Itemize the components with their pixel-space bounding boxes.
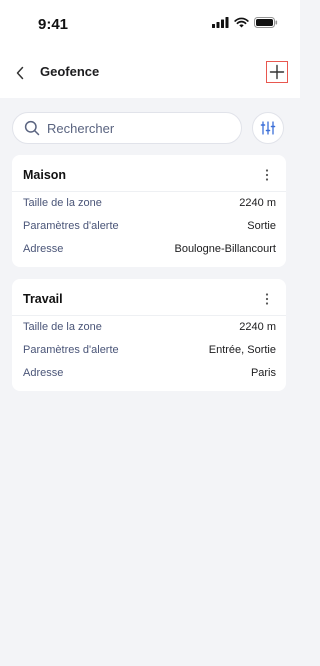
card-divider [12,315,286,316]
alert-settings-row: Paramètres d'alerte Sortie [23,218,276,234]
row-value: Entrée, Sortie [208,344,276,356]
geofence-name: Maison [23,168,67,182]
row-value: 2240 m [239,197,276,209]
page-title: Geofence [40,64,100,79]
row-label: Adresse [23,243,64,255]
row-label: Taille de la zone [23,197,102,209]
zone-size-row: Taille de la zone 2240 m [23,195,276,211]
plus-icon [269,64,285,80]
filter-button[interactable] [252,112,284,144]
row-value: Boulogne-Billancourt [174,243,276,255]
add-geofence-button[interactable] [266,61,288,83]
more-options-button[interactable] [258,166,276,184]
battery-icon [254,17,278,28]
row-label: Adresse [23,367,64,379]
geofence-screen: 9:41 Geofence Rechercher Maison Taille d… [0,0,300,666]
more-options-button[interactable] [258,290,276,308]
wifi-icon [234,17,249,28]
row-label: Paramètres d'alerte [23,220,119,232]
signal-icon [212,17,229,28]
more-vertical-icon [265,293,269,305]
row-label: Paramètres d'alerte [23,344,119,356]
geofence-card[interactable]: Maison Taille de la zone 2240 m Paramètr… [12,155,286,267]
chevron-left-icon [16,66,24,80]
row-value: Sortie [247,220,276,232]
address-row: Adresse Paris [23,365,276,381]
more-vertical-icon [265,169,269,181]
search-input[interactable]: Rechercher [12,112,242,144]
geofence-name: Travail [23,292,63,306]
status-time: 9:41 [38,16,69,33]
status-icons [212,17,278,28]
search-placeholder: Rechercher [47,120,115,136]
sliders-icon [260,121,276,135]
nav-bar: Geofence [0,48,300,98]
status-bar: 9:41 [0,0,300,48]
geofence-card[interactable]: Travail Taille de la zone 2240 m Paramèt… [12,279,286,391]
row-value: Paris [250,367,276,379]
zone-size-row: Taille de la zone 2240 m [23,319,276,335]
search-icon [24,120,40,136]
address-row: Adresse Boulogne-Billancourt [23,241,276,257]
alert-settings-row: Paramètres d'alerte Entrée, Sortie [23,342,276,358]
back-button[interactable] [12,62,28,84]
card-divider [12,191,286,192]
row-value: 2240 m [239,321,276,333]
row-label: Taille de la zone [23,321,102,333]
